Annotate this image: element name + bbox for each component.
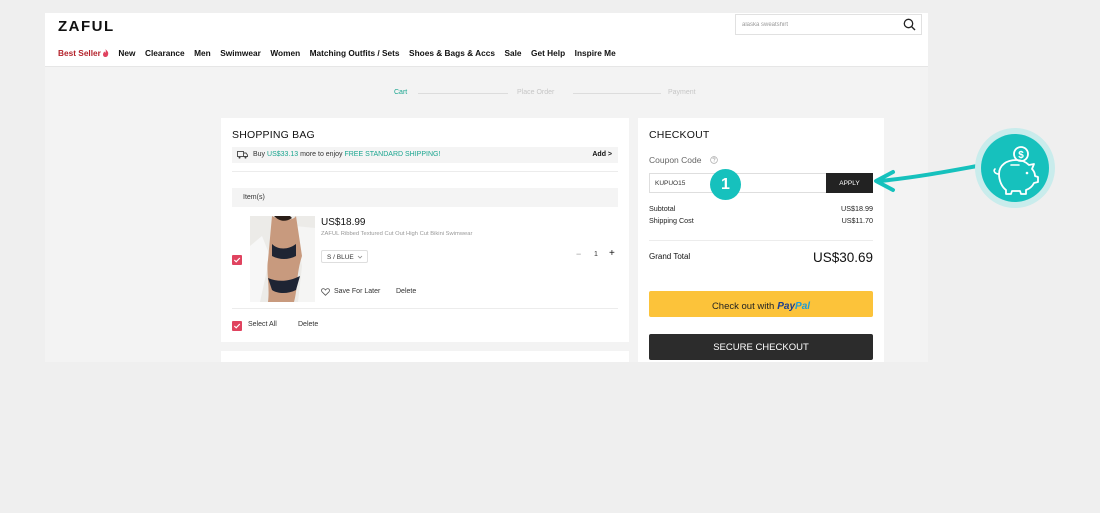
- checkout-steps: Cart Place Order Payment: [385, 89, 715, 99]
- step-divider: [418, 93, 508, 94]
- items-header-label: Item(s): [243, 194, 265, 201]
- nav-item-inspire-me[interactable]: Inspire Me: [575, 48, 616, 58]
- check-icon: [233, 323, 241, 329]
- save-for-later-link[interactable]: Save For Later: [334, 288, 380, 295]
- qty-increase-button[interactable]: +: [609, 248, 615, 259]
- nav-item-get-help[interactable]: Get Help: [531, 48, 565, 58]
- delete-selected-link[interactable]: Delete: [298, 321, 318, 328]
- select-all-label[interactable]: Select All: [248, 321, 277, 328]
- search-icon[interactable]: [903, 18, 916, 31]
- qty-value: 1: [594, 251, 598, 258]
- coupon-label: Coupon Code: [649, 155, 702, 165]
- piggy-bank-icon: $: [981, 134, 1049, 202]
- search-box: [735, 14, 922, 35]
- secondary-panel: [221, 351, 629, 362]
- paypal-logo: PayPal: [777, 301, 810, 312]
- apply-coupon-button[interactable]: APPLY: [826, 173, 873, 193]
- chevron-down-icon: [357, 255, 363, 259]
- secure-checkout-button[interactable]: SECURE CHECKOUT: [649, 334, 873, 360]
- ship-amount: US$33.13: [267, 151, 299, 158]
- paypal-logo-pal: Pal: [795, 300, 811, 312]
- check-icon: [233, 257, 241, 263]
- variant-value: S / BLUE: [327, 253, 354, 261]
- ship-prefix: Buy: [253, 151, 268, 158]
- truck-icon: [237, 151, 248, 159]
- grand-total-label: Grand Total: [649, 252, 691, 261]
- paypal-checkout-button[interactable]: Check out with PayPal: [649, 291, 873, 317]
- heart-icon[interactable]: [321, 288, 330, 296]
- nav-item-men[interactable]: Men: [194, 48, 211, 58]
- qty-decrease-button[interactable]: −: [576, 249, 581, 259]
- subtotal-label: Subtotal: [649, 204, 676, 213]
- nav-item-shoes-bags[interactable]: Shoes & Bags & Accs: [409, 48, 495, 58]
- divider: [649, 240, 873, 241]
- grand-total-value: US$30.69: [812, 250, 873, 265]
- bag-title: SHOPPING BAG: [232, 129, 315, 141]
- step-divider: [573, 93, 661, 94]
- ship-offer: FREE STANDARD SHIPPING!: [344, 151, 441, 158]
- checkout-panel: CHECKOUT Coupon Code APPLY Subtotal US$1…: [638, 118, 884, 362]
- item-checkbox[interactable]: [232, 255, 242, 265]
- site-logo[interactable]: ZAFUL: [58, 18, 115, 35]
- divider: [232, 171, 618, 172]
- step-number-badge: 1: [710, 169, 741, 200]
- free-shipping-banner: Buy US$33.13 more to enjoy FREE STANDARD…: [232, 147, 618, 163]
- nav-item-new[interactable]: New: [118, 48, 135, 58]
- item-name[interactable]: ZAFUL Ribbed Textured Cut Out High Cut B…: [321, 231, 472, 237]
- flame-icon: [102, 49, 109, 57]
- delete-item-link[interactable]: Delete: [396, 288, 416, 295]
- shipping-value: US$11.70: [841, 216, 873, 225]
- variant-select[interactable]: S / BLUE: [321, 250, 368, 263]
- nav-item-swimwear[interactable]: Swimwear: [220, 48, 261, 58]
- shipping-label: Shipping Cost: [649, 216, 694, 225]
- item-price: US$18.99: [321, 217, 366, 228]
- search-input[interactable]: [742, 15, 892, 34]
- add-more-link[interactable]: Add >: [592, 151, 612, 158]
- ship-middle: more to enjoy: [298, 151, 345, 158]
- help-icon[interactable]: [710, 156, 718, 164]
- checkout-title: CHECKOUT: [649, 129, 710, 141]
- nav-item-sale[interactable]: Sale: [504, 48, 521, 58]
- main-nav: Best Seller New Clearance Men Swimwear W…: [58, 48, 625, 58]
- product-photo: [250, 216, 315, 302]
- paypal-logo-pay: Pay: [777, 300, 796, 312]
- step-payment: Payment: [668, 89, 696, 96]
- nav-item-women[interactable]: Women: [270, 48, 300, 58]
- browser-page: ZAFUL Best Seller New Clearance Men Swim…: [45, 13, 928, 362]
- nav-item-clearance[interactable]: Clearance: [145, 48, 185, 58]
- paypal-button-text: Check out with: [711, 300, 775, 312]
- items-header: Item(s): [232, 188, 618, 207]
- divider: [232, 308, 618, 309]
- product-image[interactable]: [250, 216, 315, 302]
- nav-item-matching-outfits[interactable]: Matching Outfits / Sets: [310, 48, 400, 58]
- shopping-bag-panel: SHOPPING BAG Buy US$33.13 more to enjoy …: [221, 118, 629, 342]
- site-header: ZAFUL Best Seller New Clearance Men Swim…: [45, 13, 928, 67]
- select-all-checkbox[interactable]: [232, 321, 242, 331]
- nav-item-best-seller[interactable]: Best Seller: [58, 48, 109, 58]
- nav-label: Best Seller: [58, 48, 101, 58]
- step-cart: Cart: [394, 89, 408, 96]
- free-shipping-text: Buy US$33.13 more to enjoy FREE STANDARD…: [253, 151, 440, 158]
- step-place-order: Place Order: [517, 89, 555, 96]
- subtotal-value: US$18.99: [841, 204, 873, 213]
- piggy-bank-glyph: $: [993, 146, 1039, 195]
